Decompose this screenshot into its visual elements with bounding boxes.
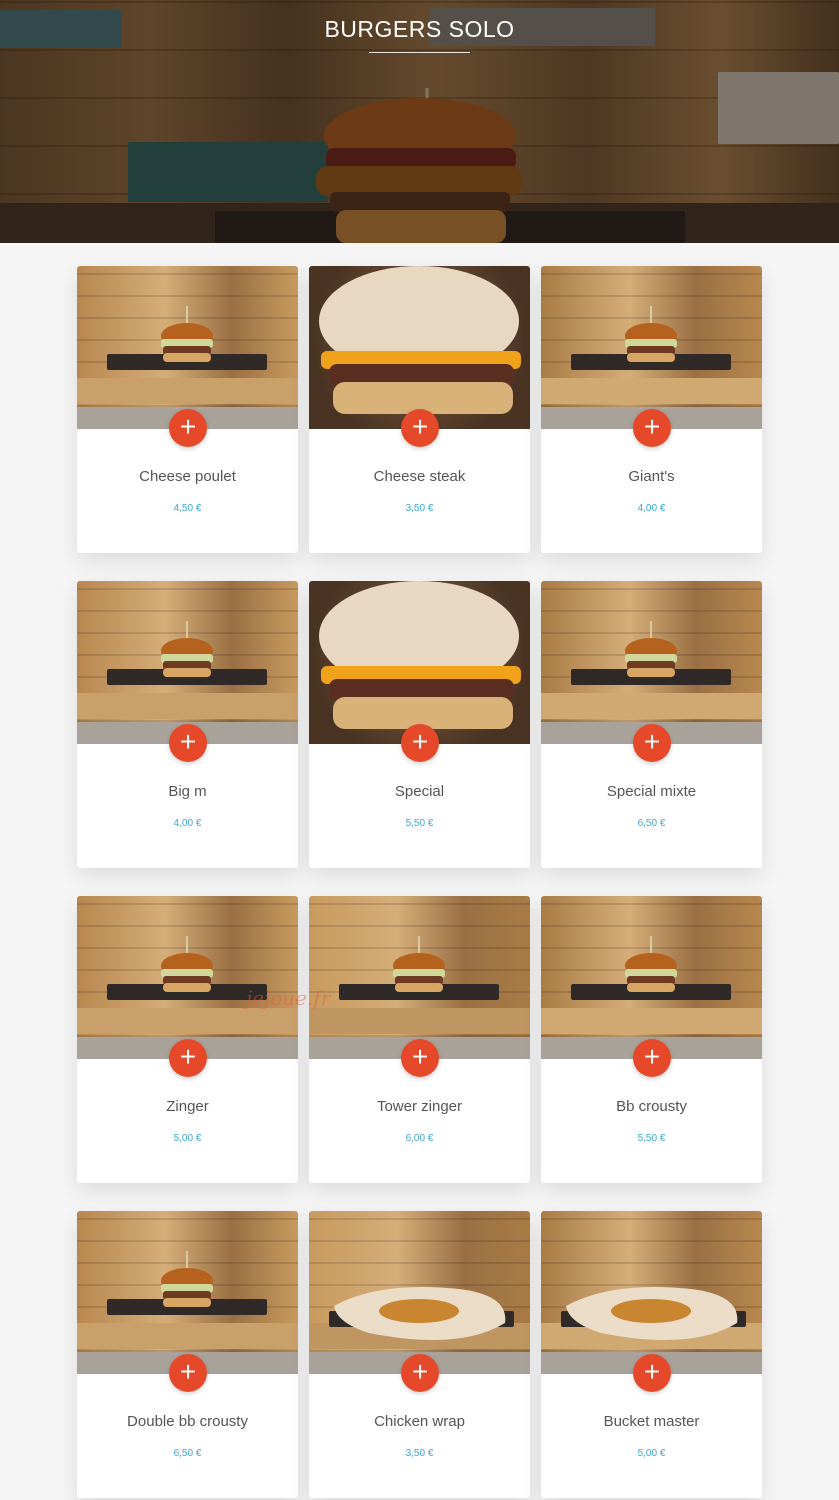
- burger-icon: [161, 306, 213, 362]
- burger-icon: [625, 936, 677, 992]
- product-price: 3,50 €: [405, 1448, 434, 1459]
- burger-icon: [625, 306, 677, 362]
- product-image: [541, 581, 762, 744]
- product-image: [309, 896, 530, 1059]
- product-card[interactable]: + Chicken wrap 3,50 €: [309, 1211, 530, 1498]
- burger-icon: [161, 1251, 213, 1307]
- add-to-cart-button[interactable]: +: [401, 409, 439, 447]
- product-image: [541, 896, 762, 1059]
- product-price: 5,50 €: [637, 1133, 666, 1144]
- product-card[interactable]: + Bucket master 5,00 €: [541, 1211, 762, 1498]
- product-name: Cheese poulet: [139, 468, 236, 485]
- plus-icon: +: [411, 411, 429, 442]
- burger-icon: [161, 936, 213, 992]
- plus-icon: +: [643, 726, 661, 757]
- wrap-icon: [334, 1287, 506, 1341]
- product-image: [77, 581, 298, 744]
- product-price: 4,00 €: [637, 503, 666, 514]
- add-to-cart-button[interactable]: +: [633, 724, 671, 762]
- plus-icon: +: [411, 726, 429, 757]
- product-name: Special: [394, 783, 445, 800]
- product-name: Bucket master: [603, 1413, 700, 1430]
- product-image: [77, 896, 298, 1059]
- product-price: 6,50 €: [173, 1448, 202, 1459]
- product-card[interactable]: + Cheese poulet 4,50 €: [77, 266, 298, 553]
- add-to-cart-button[interactable]: +: [169, 409, 207, 447]
- add-to-cart-button[interactable]: +: [633, 409, 671, 447]
- product-price: 4,50 €: [173, 503, 202, 514]
- product-image: [77, 1211, 298, 1374]
- add-to-cart-button[interactable]: +: [169, 1354, 207, 1392]
- product-price: 4,00 €: [173, 818, 202, 829]
- product-price: 5,50 €: [405, 818, 434, 829]
- hero-banner: BURGERS SOLO: [0, 0, 839, 243]
- product-image: [309, 581, 530, 744]
- plus-icon: +: [643, 1041, 661, 1072]
- product-card[interactable]: + Special 5,50 €: [309, 581, 530, 868]
- add-to-cart-button[interactable]: +: [633, 1039, 671, 1077]
- product-name: Giant's: [628, 468, 675, 485]
- product-card[interactable]: + Double bb crousty 6,50 €: [77, 1211, 298, 1498]
- add-to-cart-button[interactable]: +: [169, 1039, 207, 1077]
- plus-icon: +: [179, 411, 197, 442]
- product-name: Cheese steak: [373, 468, 466, 485]
- product-image: [309, 266, 530, 429]
- product-name: Zinger: [166, 1098, 209, 1115]
- burger-icon: [319, 266, 521, 414]
- product-price: 5,00 €: [637, 1448, 666, 1459]
- burger-icon: [625, 621, 677, 677]
- product-image: [309, 1211, 530, 1374]
- product-name: Tower zinger: [376, 1098, 463, 1115]
- watermark: jejoue.fr: [246, 986, 331, 1010]
- product-card[interactable]: + Big m 4,00 €: [77, 581, 298, 868]
- plus-icon: +: [411, 1356, 429, 1387]
- add-to-cart-button[interactable]: +: [401, 1354, 439, 1392]
- product-image: [541, 1211, 762, 1374]
- page-title: BURGERS SOLO: [324, 16, 515, 42]
- product-name: Big m: [168, 783, 207, 800]
- add-to-cart-button[interactable]: +: [633, 1354, 671, 1392]
- product-image: [77, 266, 298, 429]
- plus-icon: +: [411, 1041, 429, 1072]
- add-to-cart-button[interactable]: +: [401, 1039, 439, 1077]
- wrap-icon: [566, 1287, 738, 1341]
- product-price: 5,00 €: [173, 1133, 202, 1144]
- product-card[interactable]: + Giant's 4,00 €: [541, 266, 762, 553]
- add-to-cart-button[interactable]: +: [401, 724, 439, 762]
- burger-icon: [161, 621, 213, 677]
- product-name: Special mixte: [606, 783, 697, 800]
- product-card[interactable]: + Bb crousty 5,50 €: [541, 896, 762, 1183]
- product-card[interactable]: + Zinger 5,00 €: [77, 896, 298, 1183]
- burger-icon: [319, 581, 521, 729]
- product-name: Bb crousty: [616, 1098, 687, 1115]
- plus-icon: +: [643, 1356, 661, 1387]
- burger-icon: [393, 936, 445, 992]
- plus-icon: +: [179, 1041, 197, 1072]
- product-name: Chicken wrap: [374, 1413, 465, 1430]
- product-price: 6,00 €: [405, 1133, 434, 1144]
- plus-icon: +: [179, 1356, 197, 1387]
- plus-icon: +: [179, 726, 197, 757]
- product-card[interactable]: + Cheese steak 3,50 €: [309, 266, 530, 553]
- product-card[interactable]: + Special mixte 6,50 €: [541, 581, 762, 868]
- product-card[interactable]: + Tower zinger 6,00 €: [309, 896, 530, 1183]
- title-underline: [369, 52, 470, 53]
- product-price: 6,50 €: [637, 818, 666, 829]
- product-price: 3,50 €: [405, 503, 434, 514]
- plus-icon: +: [643, 411, 661, 442]
- product-image: [541, 266, 762, 429]
- add-to-cart-button[interactable]: +: [169, 724, 207, 762]
- product-name: Double bb crousty: [127, 1413, 248, 1430]
